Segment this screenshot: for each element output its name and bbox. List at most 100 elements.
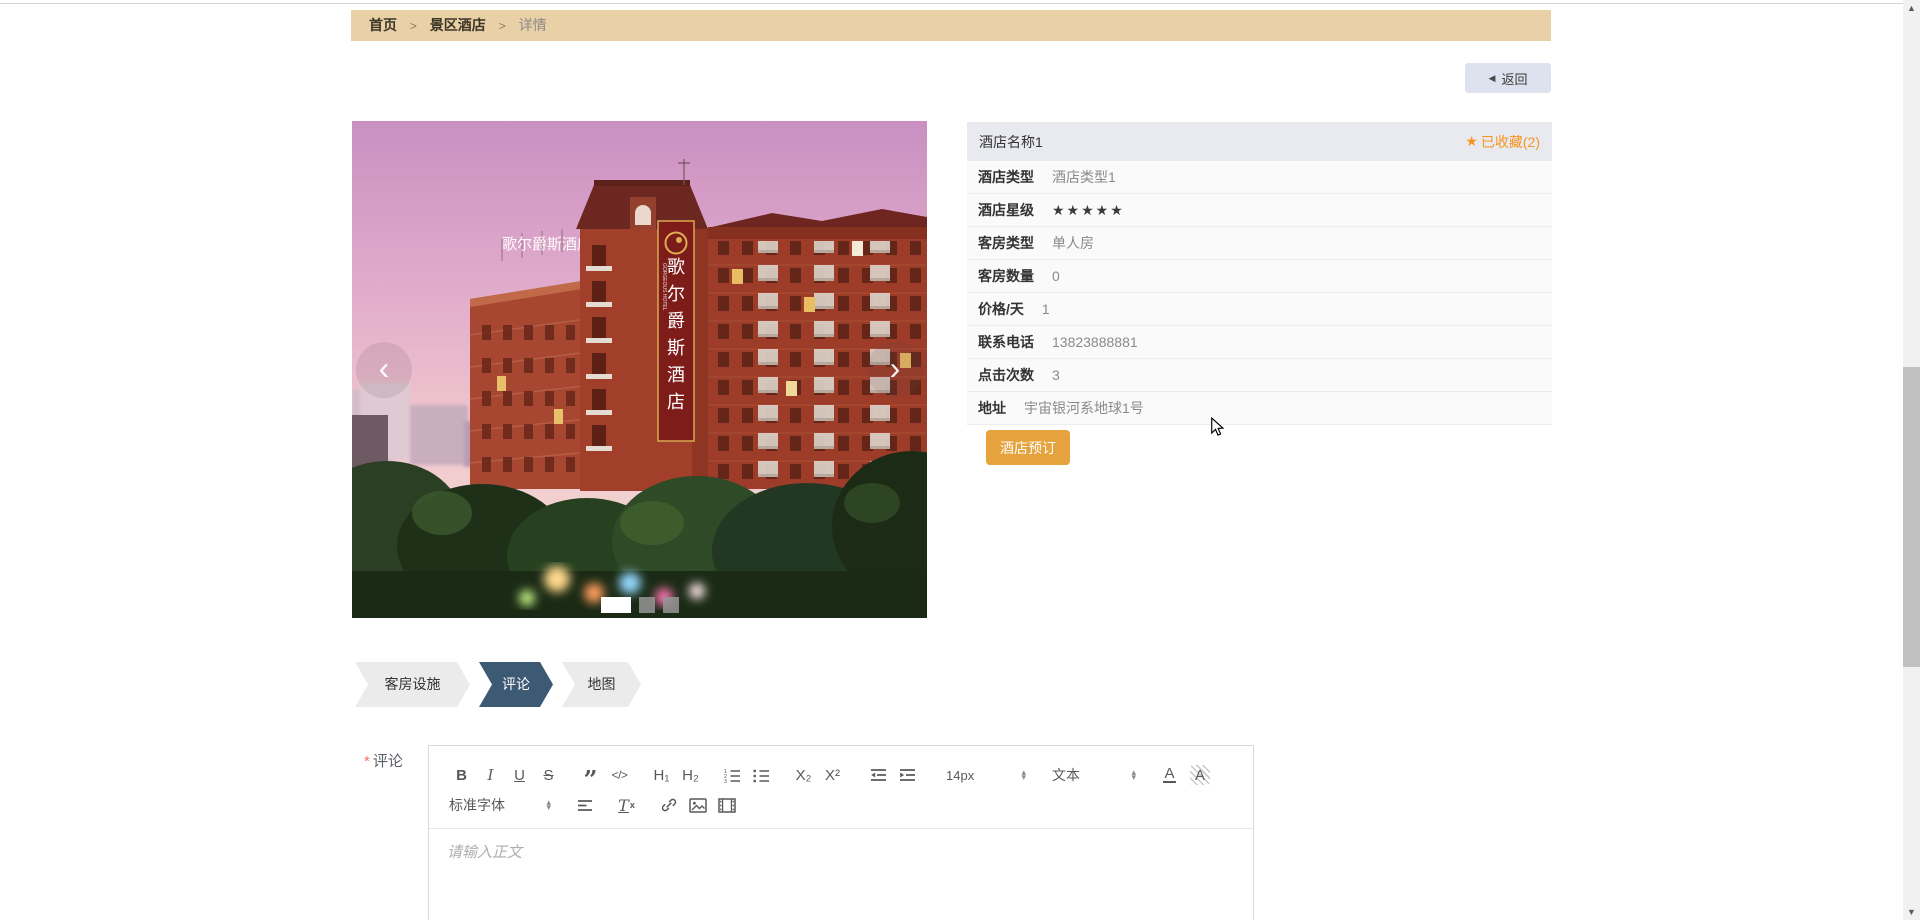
heading1-button[interactable]: H₁ <box>648 762 675 788</box>
tab-map[interactable]: 地图 <box>562 662 641 707</box>
italic-button[interactable]: I <box>477 762 504 788</box>
heading2-button[interactable]: H₂ <box>677 762 704 788</box>
breadcrumb-separator: > <box>409 19 417 33</box>
scrollbar-down-arrow[interactable]: ▼ <box>1903 907 1920 917</box>
clear-format-button[interactable]: Tx <box>613 792 640 818</box>
outdent-icon <box>871 769 886 781</box>
row-label: 地址 <box>978 400 1006 416</box>
tab-comments[interactable]: 评论 <box>479 662 553 707</box>
carousel-indicators <box>352 597 927 613</box>
dropdown-arrows-icon: ▴ ▾ <box>1131 766 1136 782</box>
insert-video-button[interactable] <box>713 792 740 818</box>
unordered-list-button[interactable] <box>748 762 775 788</box>
svg-text:爵: 爵 <box>667 311 685 331</box>
back-arrow-icon: ◀ <box>1488 72 1496 83</box>
back-button-label: 返回 <box>1501 71 1528 87</box>
font-size-dropdown[interactable]: 14px ▴ ▾ <box>940 762 1032 788</box>
font-family-value: 标准字体 <box>449 797 505 813</box>
breadcrumb-home[interactable]: 首页 <box>369 17 397 33</box>
align-button[interactable] <box>571 792 598 818</box>
row-label: 联系电话 <box>978 334 1034 350</box>
outdent-button[interactable] <box>865 762 892 788</box>
svg-text:斯: 斯 <box>667 338 685 358</box>
carousel-indicator-3[interactable] <box>662 597 679 613</box>
breadcrumb-scenic-hotels[interactable]: 景区酒店 <box>430 17 486 33</box>
table-row: 地址 宇宙银河系地球1号 <box>967 392 1552 425</box>
row-value: 酒店类型1 <box>1052 169 1116 185</box>
row-value: 1 <box>1041 301 1050 317</box>
bold-button[interactable]: B <box>448 762 475 788</box>
insert-link-button[interactable] <box>655 792 682 818</box>
font-family-dropdown[interactable]: 标准字体 ▴ ▾ <box>447 792 553 818</box>
content-container: 首页 > 景区酒店 > 详情 ◀ 返回 歌尔爵斯酒店 歌 尔 爵 斯 酒 店 G… <box>351 0 1552 920</box>
page-scrollbar[interactable]: ▲ ▼ <box>1903 0 1920 920</box>
subscript-button[interactable]: X₂ <box>790 762 817 788</box>
row-label: 酒店星级 <box>978 202 1034 218</box>
indent-icon <box>900 769 915 781</box>
hotel-info-panel: 酒店名称1 ★ 已收藏(2) 酒店类型 酒店类型1 酒店星级 ★★★★★ 客房类型 单… <box>967 122 1552 425</box>
required-mark: * <box>364 753 370 770</box>
back-button[interactable]: ◀ 返回 <box>1465 63 1551 93</box>
link-icon <box>661 798 676 812</box>
svg-text:GORGEOUS HOTEL: GORGEOUS HOTEL <box>661 263 667 311</box>
row-label: 酒店类型 <box>978 169 1034 185</box>
scrollbar-up-arrow[interactable]: ▲ <box>1903 3 1920 13</box>
editor-content-area[interactable]: 请输入正文 <box>429 829 1253 920</box>
code-button[interactable]: </> <box>606 762 633 788</box>
editor-toolbar: B I U S ” </> H₁ H₂ 123 X₂ X² 14px ▴ ▾ 文… <box>429 746 1253 829</box>
comment-rich-text-editor: B I U S ” </> H₁ H₂ 123 X₂ X² 14px ▴ ▾ 文… <box>428 745 1254 920</box>
hotel-info-header: 酒店名称1 ★ 已收藏(2) <box>967 122 1552 161</box>
dropdown-arrows-icon: ▴ ▾ <box>1021 766 1026 782</box>
svg-text:尔: 尔 <box>667 284 685 304</box>
row-value: 单人房 <box>1052 235 1094 251</box>
scrollbar-thumb[interactable] <box>1903 367 1920 667</box>
toolbar-row-2: 标准字体 ▴ ▾ Tx <box>429 790 1253 820</box>
svg-text:歌: 歌 <box>667 257 685 277</box>
row-label: 点击次数 <box>978 367 1034 383</box>
indent-button[interactable] <box>894 762 921 788</box>
table-row: 客房类型 单人房 <box>967 227 1552 260</box>
dropdown-arrows-icon: ▴ ▾ <box>546 796 551 812</box>
row-label: 价格/天 <box>978 301 1024 317</box>
ordered-list-button[interactable]: 123 <box>719 762 746 788</box>
blockquote-button[interactable]: ” <box>577 762 604 792</box>
row-value: 13823888881 <box>1052 334 1138 350</box>
breadcrumb-current: 详情 <box>518 17 547 33</box>
strikethrough-button[interactable]: S <box>535 762 562 788</box>
carousel-next-button[interactable]: › <box>867 341 923 398</box>
svg-text:酒: 酒 <box>667 365 685 385</box>
underline-button[interactable]: U <box>506 762 533 788</box>
favorite-label: 已收藏(2) <box>1480 133 1540 150</box>
breadcrumb-separator: > <box>498 19 506 33</box>
table-row: 价格/天 1 <box>967 293 1552 326</box>
table-row: 点击次数 3 <box>967 359 1552 392</box>
hotel-name: 酒店名称1 <box>979 133 1043 150</box>
carousel-indicator-1[interactable] <box>600 597 631 613</box>
row-label: 客房类型 <box>978 235 1034 251</box>
book-hotel-button[interactable]: 酒店预订 <box>986 430 1070 465</box>
rooftop-sign-text: 歌尔爵斯酒店 <box>502 236 592 253</box>
image-icon <box>688 797 707 813</box>
favorite-button[interactable]: ★ 已收藏(2) <box>1465 132 1540 152</box>
table-row: 客房数量 0 <box>967 260 1552 293</box>
text-style-dropdown[interactable]: 文本 ▴ ▾ <box>1046 762 1142 788</box>
hotel-photo: 歌尔爵斯酒店 歌 尔 爵 斯 酒 店 GORGEOUS HOTEL <box>352 121 927 618</box>
toolbar-row-1: B I U S ” </> H₁ H₂ 123 X₂ X² 14px ▴ ▾ 文… <box>429 760 1253 792</box>
table-row: 酒店星级 ★★★★★ <box>967 194 1552 227</box>
detail-tabs: 客房设施 评论 地图 <box>355 662 650 707</box>
superscript-button[interactable]: X² <box>819 762 846 788</box>
row-value: 宇宙银河系地球1号 <box>1024 400 1144 416</box>
background-color-button[interactable]: A <box>1190 765 1210 785</box>
table-row: 联系电话 13823888881 <box>967 326 1552 359</box>
carousel-prev-button[interactable]: ‹ <box>356 341 412 398</box>
comment-field-label: * 评论 <box>364 750 403 771</box>
row-label: 客房数量 <box>978 268 1034 284</box>
star-rating: ★★★★★ <box>1052 202 1125 218</box>
ordered-list-icon: 123 <box>724 769 740 783</box>
font-color-button[interactable]: A <box>1156 762 1183 788</box>
insert-image-button[interactable] <box>684 792 711 818</box>
tab-room-facilities[interactable]: 客房设施 <box>355 662 470 707</box>
star-icon: ★ <box>1465 133 1478 149</box>
svg-text:店: 店 <box>667 392 685 412</box>
carousel-indicator-2[interactable] <box>638 597 655 613</box>
